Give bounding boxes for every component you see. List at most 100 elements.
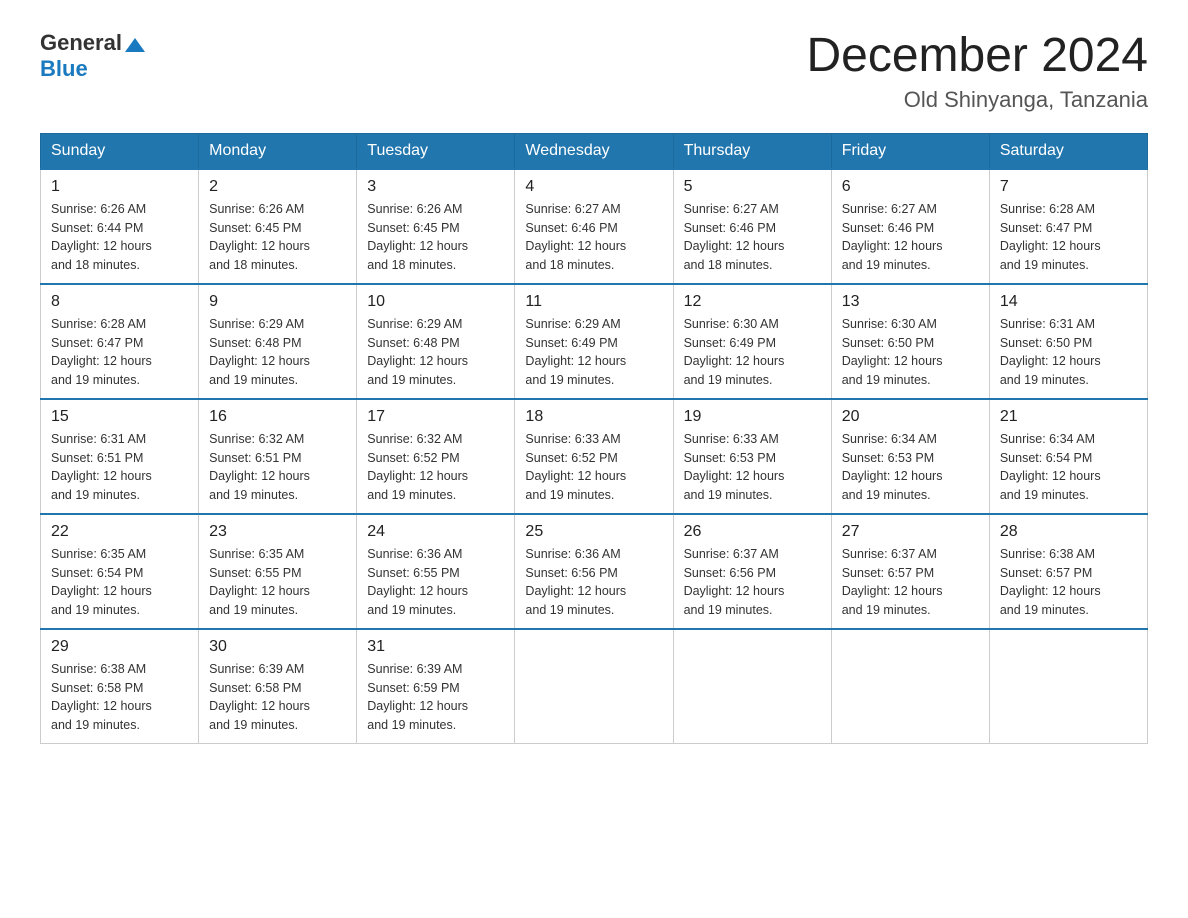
day-info: Sunrise: 6:35 AM Sunset: 6:55 PM Dayligh… xyxy=(209,545,346,620)
day-info: Sunrise: 6:27 AM Sunset: 6:46 PM Dayligh… xyxy=(684,200,821,275)
calendar-cell: 29 Sunrise: 6:38 AM Sunset: 6:58 PM Dayl… xyxy=(41,629,199,744)
day-number: 6 xyxy=(842,178,979,196)
day-number: 27 xyxy=(842,523,979,541)
page-header: General Blue December 2024 Old Shinyanga… xyxy=(40,30,1148,113)
day-info: Sunrise: 6:36 AM Sunset: 6:55 PM Dayligh… xyxy=(367,545,504,620)
month-title: December 2024 xyxy=(806,30,1148,83)
day-info: Sunrise: 6:37 AM Sunset: 6:57 PM Dayligh… xyxy=(842,545,979,620)
day-info: Sunrise: 6:28 AM Sunset: 6:47 PM Dayligh… xyxy=(51,315,188,390)
day-number: 4 xyxy=(525,178,662,196)
calendar-cell: 26 Sunrise: 6:37 AM Sunset: 6:56 PM Dayl… xyxy=(673,514,831,629)
calendar-cell: 24 Sunrise: 6:36 AM Sunset: 6:55 PM Dayl… xyxy=(357,514,515,629)
calendar-cell: 25 Sunrise: 6:36 AM Sunset: 6:56 PM Dayl… xyxy=(515,514,673,629)
calendar-cell: 19 Sunrise: 6:33 AM Sunset: 6:53 PM Dayl… xyxy=(673,399,831,514)
calendar-cell: 28 Sunrise: 6:38 AM Sunset: 6:57 PM Dayl… xyxy=(989,514,1147,629)
calendar-cell: 20 Sunrise: 6:34 AM Sunset: 6:53 PM Dayl… xyxy=(831,399,989,514)
day-number: 21 xyxy=(1000,408,1137,426)
calendar-cell: 16 Sunrise: 6:32 AM Sunset: 6:51 PM Dayl… xyxy=(199,399,357,514)
day-info: Sunrise: 6:37 AM Sunset: 6:56 PM Dayligh… xyxy=(684,545,821,620)
day-number: 28 xyxy=(1000,523,1137,541)
day-info: Sunrise: 6:29 AM Sunset: 6:49 PM Dayligh… xyxy=(525,315,662,390)
calendar-cell: 6 Sunrise: 6:27 AM Sunset: 6:46 PM Dayli… xyxy=(831,169,989,284)
day-info: Sunrise: 6:35 AM Sunset: 6:54 PM Dayligh… xyxy=(51,545,188,620)
calendar-cell: 11 Sunrise: 6:29 AM Sunset: 6:49 PM Dayl… xyxy=(515,284,673,399)
day-number: 8 xyxy=(51,293,188,311)
day-number: 13 xyxy=(842,293,979,311)
day-info: Sunrise: 6:34 AM Sunset: 6:54 PM Dayligh… xyxy=(1000,430,1137,505)
calendar-cell xyxy=(673,629,831,744)
day-number: 26 xyxy=(684,523,821,541)
calendar-cell xyxy=(831,629,989,744)
day-info: Sunrise: 6:26 AM Sunset: 6:45 PM Dayligh… xyxy=(367,200,504,275)
day-number: 29 xyxy=(51,638,188,656)
day-number: 5 xyxy=(684,178,821,196)
calendar-week-row: 8 Sunrise: 6:28 AM Sunset: 6:47 PM Dayli… xyxy=(41,284,1148,399)
calendar-cell: 22 Sunrise: 6:35 AM Sunset: 6:54 PM Dayl… xyxy=(41,514,199,629)
day-info: Sunrise: 6:39 AM Sunset: 6:59 PM Dayligh… xyxy=(367,660,504,735)
day-info: Sunrise: 6:30 AM Sunset: 6:50 PM Dayligh… xyxy=(842,315,979,390)
day-info: Sunrise: 6:39 AM Sunset: 6:58 PM Dayligh… xyxy=(209,660,346,735)
day-number: 14 xyxy=(1000,293,1137,311)
calendar-week-row: 29 Sunrise: 6:38 AM Sunset: 6:58 PM Dayl… xyxy=(41,629,1148,744)
day-info: Sunrise: 6:31 AM Sunset: 6:51 PM Dayligh… xyxy=(51,430,188,505)
calendar-header-row: SundayMondayTuesdayWednesdayThursdayFrid… xyxy=(41,133,1148,169)
day-info: Sunrise: 6:29 AM Sunset: 6:48 PM Dayligh… xyxy=(209,315,346,390)
day-info: Sunrise: 6:28 AM Sunset: 6:47 PM Dayligh… xyxy=(1000,200,1137,275)
day-number: 24 xyxy=(367,523,504,541)
calendar-header-saturday: Saturday xyxy=(989,133,1147,169)
day-number: 23 xyxy=(209,523,346,541)
day-info: Sunrise: 6:27 AM Sunset: 6:46 PM Dayligh… xyxy=(842,200,979,275)
calendar-header-monday: Monday xyxy=(199,133,357,169)
calendar-cell: 18 Sunrise: 6:33 AM Sunset: 6:52 PM Dayl… xyxy=(515,399,673,514)
day-info: Sunrise: 6:33 AM Sunset: 6:53 PM Dayligh… xyxy=(684,430,821,505)
logo-triangle-icon xyxy=(125,38,135,52)
calendar-cell: 21 Sunrise: 6:34 AM Sunset: 6:54 PM Dayl… xyxy=(989,399,1147,514)
calendar-cell: 31 Sunrise: 6:39 AM Sunset: 6:59 PM Dayl… xyxy=(357,629,515,744)
calendar-header-thursday: Thursday xyxy=(673,133,831,169)
logo-blue-text: Blue xyxy=(40,56,145,82)
day-number: 15 xyxy=(51,408,188,426)
day-number: 25 xyxy=(525,523,662,541)
calendar-cell: 1 Sunrise: 6:26 AM Sunset: 6:44 PM Dayli… xyxy=(41,169,199,284)
day-number: 11 xyxy=(525,293,662,311)
calendar-cell: 9 Sunrise: 6:29 AM Sunset: 6:48 PM Dayli… xyxy=(199,284,357,399)
day-info: Sunrise: 6:34 AM Sunset: 6:53 PM Dayligh… xyxy=(842,430,979,505)
calendar-week-row: 1 Sunrise: 6:26 AM Sunset: 6:44 PM Dayli… xyxy=(41,169,1148,284)
day-number: 31 xyxy=(367,638,504,656)
day-number: 7 xyxy=(1000,178,1137,196)
calendar-cell xyxy=(989,629,1147,744)
day-info: Sunrise: 6:29 AM Sunset: 6:48 PM Dayligh… xyxy=(367,315,504,390)
day-number: 19 xyxy=(684,408,821,426)
day-info: Sunrise: 6:38 AM Sunset: 6:58 PM Dayligh… xyxy=(51,660,188,735)
day-number: 2 xyxy=(209,178,346,196)
day-info: Sunrise: 6:27 AM Sunset: 6:46 PM Dayligh… xyxy=(525,200,662,275)
day-info: Sunrise: 6:32 AM Sunset: 6:52 PM Dayligh… xyxy=(367,430,504,505)
day-info: Sunrise: 6:32 AM Sunset: 6:51 PM Dayligh… xyxy=(209,430,346,505)
calendar-cell: 23 Sunrise: 6:35 AM Sunset: 6:55 PM Dayl… xyxy=(199,514,357,629)
calendar-cell: 2 Sunrise: 6:26 AM Sunset: 6:45 PM Dayli… xyxy=(199,169,357,284)
day-info: Sunrise: 6:33 AM Sunset: 6:52 PM Dayligh… xyxy=(525,430,662,505)
calendar-cell: 13 Sunrise: 6:30 AM Sunset: 6:50 PM Dayl… xyxy=(831,284,989,399)
calendar-cell: 17 Sunrise: 6:32 AM Sunset: 6:52 PM Dayl… xyxy=(357,399,515,514)
day-number: 12 xyxy=(684,293,821,311)
day-info: Sunrise: 6:30 AM Sunset: 6:49 PM Dayligh… xyxy=(684,315,821,390)
calendar-header-tuesday: Tuesday xyxy=(357,133,515,169)
calendar-cell: 14 Sunrise: 6:31 AM Sunset: 6:50 PM Dayl… xyxy=(989,284,1147,399)
logo-general-text: General xyxy=(40,30,122,56)
calendar-cell: 10 Sunrise: 6:29 AM Sunset: 6:48 PM Dayl… xyxy=(357,284,515,399)
day-number: 22 xyxy=(51,523,188,541)
day-info: Sunrise: 6:26 AM Sunset: 6:44 PM Dayligh… xyxy=(51,200,188,275)
calendar-header-wednesday: Wednesday xyxy=(515,133,673,169)
calendar-cell: 12 Sunrise: 6:30 AM Sunset: 6:49 PM Dayl… xyxy=(673,284,831,399)
logo: General Blue xyxy=(40,30,145,82)
calendar-cell: 15 Sunrise: 6:31 AM Sunset: 6:51 PM Dayl… xyxy=(41,399,199,514)
calendar-cell xyxy=(515,629,673,744)
day-info: Sunrise: 6:36 AM Sunset: 6:56 PM Dayligh… xyxy=(525,545,662,620)
calendar-cell: 27 Sunrise: 6:37 AM Sunset: 6:57 PM Dayl… xyxy=(831,514,989,629)
day-number: 10 xyxy=(367,293,504,311)
logo-triangle2-icon xyxy=(135,38,145,52)
day-info: Sunrise: 6:38 AM Sunset: 6:57 PM Dayligh… xyxy=(1000,545,1137,620)
title-section: December 2024 Old Shinyanga, Tanzania xyxy=(806,30,1148,113)
calendar-cell: 7 Sunrise: 6:28 AM Sunset: 6:47 PM Dayli… xyxy=(989,169,1147,284)
day-number: 17 xyxy=(367,408,504,426)
